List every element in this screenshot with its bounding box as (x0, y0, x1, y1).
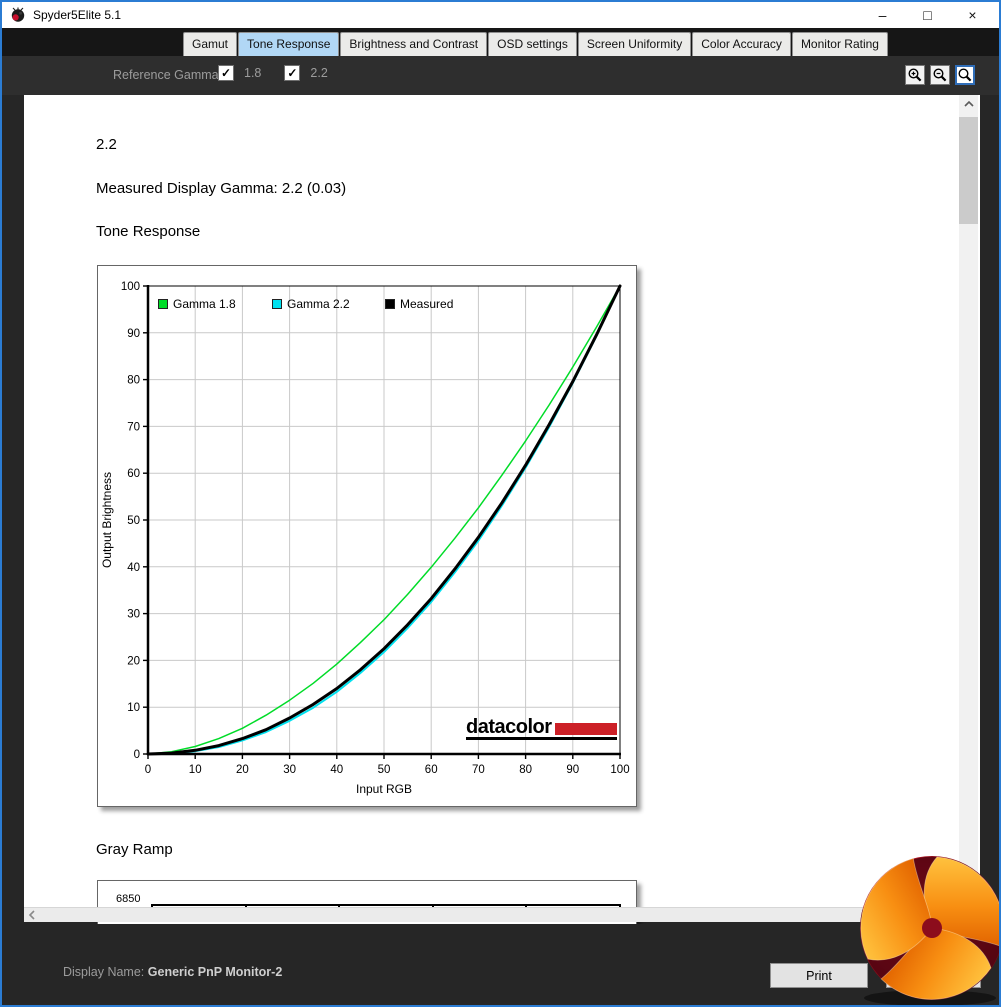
gray-ramp-heading: Gray Ramp (96, 841, 173, 858)
tab-gamut[interactable]: Gamut (183, 32, 238, 56)
gray-ramp-axis-line (151, 904, 621, 906)
gamma-1.8-label: 1.8 (244, 66, 262, 80)
svg-text:50: 50 (127, 515, 140, 527)
svg-text:90: 90 (127, 328, 140, 340)
tab-brightness-and-contrast[interactable]: Brightness and Contrast (340, 32, 488, 56)
svg-text:0: 0 (145, 764, 151, 776)
svg-text:70: 70 (472, 764, 485, 776)
tab-tone-response[interactable]: Tone Response (238, 32, 340, 56)
svg-text:30: 30 (127, 609, 140, 621)
display-name: Display Name: Generic PnP Monitor-2 (63, 965, 282, 979)
tab-monitor-rating[interactable]: Monitor Rating (791, 32, 888, 56)
header: Gamut Tone Response Brightness and Contras… (2, 28, 999, 95)
legend-item-gamma-1.8: Gamma 1.8 (158, 297, 236, 311)
svg-text:10: 10 (127, 702, 140, 714)
display-name-label: Display Name: (63, 965, 145, 979)
svg-text:100: 100 (610, 764, 629, 776)
zoom-out-icon[interactable] (930, 65, 950, 85)
zoom-fit-icon[interactable] (955, 65, 975, 85)
tab-screen-uniformity[interactable]: Screen Uniformity (577, 32, 692, 56)
datacolor-logo: datacolor (466, 716, 617, 740)
tone-response-heading: Tone Response (96, 223, 201, 240)
zoom-in-icon[interactable] (905, 65, 925, 85)
svg-text:20: 20 (127, 655, 140, 667)
vertical-scrollbar-thumb[interactable] (959, 117, 978, 224)
tone-response-chart: 0 10 20 30 40 50 60 70 80 90 100 0 10 20 30 40 50 60 70 80 9… (97, 265, 637, 807)
gamma-2.2-label: 2.2 (310, 66, 328, 80)
legend-item-gamma-2.2: Gamma 2.2 (272, 297, 350, 311)
gamma-1.8-checkbox[interactable]: ✓ (218, 65, 234, 81)
bottom-bar: Display Name: Generic PnP Monitor-2 Prin… (2, 922, 999, 1005)
reference-gamma-checkboxes: ✓ 1.8 ✓ 2.2 (218, 65, 351, 81)
legend-swatch (385, 299, 395, 309)
svg-text:Input RGB: Input RGB (356, 782, 412, 796)
legend-item-measured: Measured (385, 297, 453, 311)
spyder-app-icon (11, 7, 25, 22)
display-name-value: Generic PnP Monitor-2 (147, 965, 283, 979)
horizontal-scrollbar[interactable] (24, 907, 980, 922)
legend-swatch (272, 299, 282, 309)
svg-text:40: 40 (330, 764, 343, 776)
svg-text:60: 60 (127, 468, 140, 480)
tab-osd-settings[interactable]: OSD settings (488, 32, 577, 56)
svg-text:70: 70 (127, 421, 140, 433)
gamma-value-heading: 2.2 (96, 136, 117, 153)
content-panel: 2.2 Measured Display Gamma: 2.2 (0.03) T… (24, 95, 980, 924)
svg-text:20: 20 (236, 764, 249, 776)
window-title: Spyder5Elite 5.1 (33, 8, 122, 22)
datacolor-logo-red-bar (554, 723, 617, 735)
datacolor-logo-text: datacolor (466, 716, 552, 738)
svg-text:80: 80 (519, 764, 532, 776)
legend-swatch (158, 299, 168, 309)
gamma-2.2-checkbox[interactable]: ✓ (284, 65, 301, 81)
zoom-button-group (905, 65, 975, 85)
svg-text:90: 90 (566, 764, 579, 776)
maximize-button[interactable]: □ (905, 2, 950, 28)
svg-text:Output Brightness: Output Brightness (100, 472, 114, 568)
svg-text:40: 40 (127, 562, 140, 574)
minimize-button[interactable]: – (860, 2, 905, 28)
svg-text:0: 0 (134, 749, 140, 761)
app-window: Spyder5Elite 5.1 – □ × Gamut Tone Respons… (0, 0, 1001, 1007)
toolbar: Reference Gamma: ✓ 1.8 ✓ 2.2 (2, 56, 999, 95)
svg-text:60: 60 (425, 764, 438, 776)
vertical-scrollbar[interactable] (959, 95, 978, 907)
tab-color-accuracy[interactable]: Color Accuracy (692, 32, 791, 56)
measured-gamma-text: Measured Display Gamma: 2.2 (0.03) (96, 180, 347, 197)
kitguru-logo (860, 856, 999, 1005)
reference-gamma-label: Reference Gamma: (113, 68, 223, 82)
scroll-left-arrow[interactable] (24, 908, 40, 923)
svg-text:50: 50 (378, 764, 391, 776)
tab-strip: Gamut Tone Response Brightness and Contras… (183, 31, 889, 56)
svg-text:10: 10 (189, 764, 202, 776)
close-button[interactable]: × (950, 2, 995, 28)
gray-ramp-first-tick-label: 6850 (116, 893, 141, 905)
scroll-up-arrow[interactable] (959, 95, 978, 113)
title-bar: Spyder5Elite 5.1 – □ × (2, 2, 999, 28)
svg-text:30: 30 (283, 764, 296, 776)
svg-text:100: 100 (121, 281, 140, 293)
svg-text:80: 80 (127, 375, 140, 387)
